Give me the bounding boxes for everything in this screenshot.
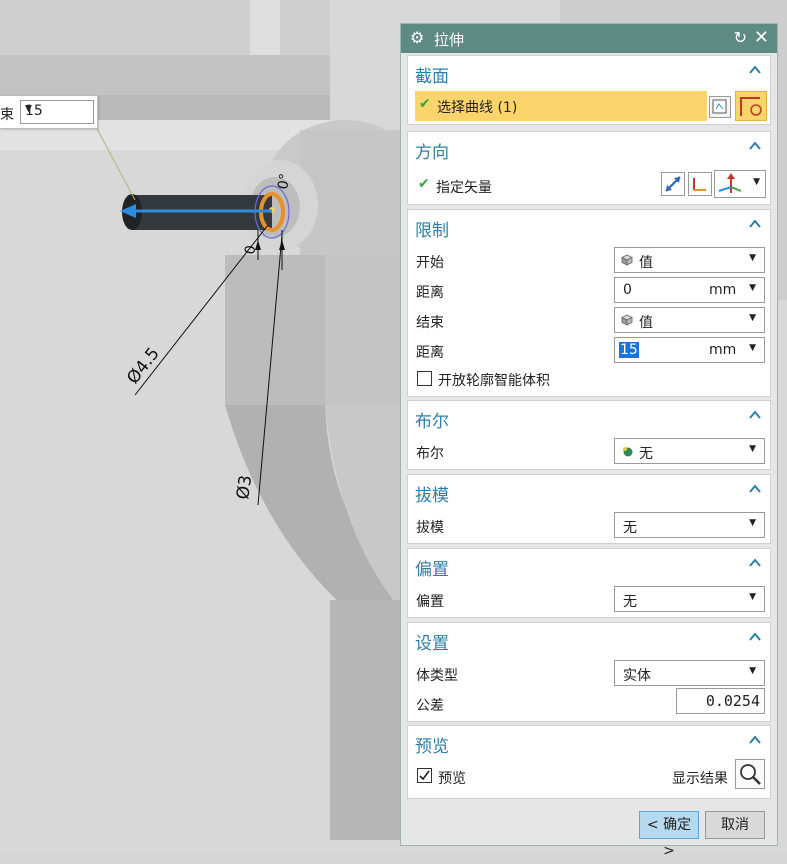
boolean-title[interactable]: 布尔: [415, 407, 449, 432]
draft-select[interactable]: 无 ▼: [614, 512, 765, 538]
boolean-value: 无: [639, 446, 653, 462]
floating-end-label: 结束: [0, 107, 14, 123]
specify-vector-label: 指定矢量: [436, 180, 492, 196]
section-panel-settings: 设置 体类型 实体 ▼ 公差 0.0254: [407, 622, 771, 722]
dimension-inner-diameter: Ø3: [233, 474, 256, 501]
chevron-down-icon: ▼: [749, 444, 756, 454]
vector-dialog-icon[interactable]: [688, 172, 712, 196]
start-distance-value: 0: [623, 282, 632, 298]
preview-label: 预览: [438, 771, 466, 787]
chevron-down-icon: ▼: [749, 283, 756, 293]
floating-end-value-select[interactable]: 15 ▼: [20, 100, 94, 124]
section-panel-boolean: 布尔 布尔 无 ▼: [407, 400, 771, 470]
draft-label: 拔模: [416, 520, 444, 536]
magnifier-icon: [740, 764, 761, 785]
direction-title[interactable]: 方向: [415, 138, 449, 163]
chevron-up-icon[interactable]: [749, 64, 761, 76]
offset-select[interactable]: 无 ▼: [614, 586, 765, 612]
end-type-value: 值: [639, 315, 653, 331]
select-curve-row[interactable]: ✔ 选择曲线 (1): [415, 91, 707, 121]
show-result-button[interactable]: [735, 759, 765, 789]
end-distance-value: 15: [619, 342, 639, 358]
section-panel-offset: 偏置 偏置 无 ▼: [407, 548, 771, 618]
boolean-select[interactable]: 无 ▼: [614, 438, 765, 464]
settings-title[interactable]: 设置: [415, 629, 449, 654]
chevron-up-icon[interactable]: [749, 483, 761, 495]
chevron-up-icon[interactable]: [749, 557, 761, 569]
chevron-up-icon[interactable]: [749, 140, 761, 152]
body-type-label: 体类型: [416, 668, 458, 684]
chevron-down-icon: ▼: [25, 104, 32, 114]
end-distance-field[interactable]: 15 mm ▼: [614, 337, 765, 363]
distance-label: 距离: [416, 285, 444, 301]
start-type-select[interactable]: 值 ▼: [614, 247, 765, 273]
end-distance-unit: mm: [709, 342, 737, 358]
start-distance-unit: mm: [709, 282, 737, 298]
boolean-none-icon: [623, 447, 633, 457]
start-label: 开始: [416, 255, 444, 271]
section-panel-section: 截面 ✔ 选择曲线 (1): [407, 55, 771, 125]
offset-title[interactable]: 偏置: [415, 555, 449, 580]
checkmark-icon: [419, 770, 430, 781]
section-panel-draft: 拔模 拔模 无 ▼: [407, 474, 771, 544]
body-type-value: 实体: [623, 668, 651, 684]
reverse-direction-icon[interactable]: [661, 172, 685, 196]
tolerance-value: 0.0254: [705, 692, 760, 710]
cube-icon: [621, 254, 633, 266]
check-icon: ✔: [418, 176, 430, 192]
chevron-down-icon: ▼: [749, 592, 756, 602]
floating-end-input-box: 结束 15 ▼: [0, 95, 98, 129]
chevron-up-icon[interactable]: [749, 734, 761, 746]
cancel-button[interactable]: 取消: [705, 811, 765, 839]
offset-label: 偏置: [416, 594, 444, 610]
offset-value: 无: [623, 594, 637, 610]
chevron-up-icon[interactable]: [749, 631, 761, 643]
draft-value: 无: [623, 520, 637, 536]
chevron-down-icon: ▼: [753, 177, 760, 187]
open-profile-checkbox[interactable]: [417, 371, 432, 386]
show-result-label: 显示结果: [672, 771, 728, 787]
dialog-titlebar: ⚙ 拉伸 ↻ ✕: [401, 24, 777, 53]
limits-title[interactable]: 限制: [415, 216, 449, 241]
chevron-down-icon: ▼: [749, 253, 756, 263]
tolerance-label: 公差: [416, 698, 444, 714]
section-title[interactable]: 截面: [415, 62, 449, 87]
section-panel-limits: 限制 开始 值 ▼ 距离 0 mm ▼ 结束 值 ▼ 距离 15 mm ▼ 开放…: [407, 209, 771, 397]
tolerance-field[interactable]: 0.0254: [676, 688, 765, 714]
vector-type-select[interactable]: ▼: [714, 170, 766, 198]
chevron-down-icon: ▼: [749, 313, 756, 323]
distance-label: 距离: [416, 345, 444, 361]
body-type-select[interactable]: 实体 ▼: [614, 660, 765, 686]
dialog-title: 拉伸: [434, 31, 465, 49]
gear-icon[interactable]: ⚙: [410, 28, 424, 47]
end-label: 结束: [416, 315, 444, 331]
select-curve-label: 选择曲线 (1): [437, 100, 518, 116]
start-distance-field[interactable]: 0 mm ▼: [614, 277, 765, 303]
section-panel-preview: 预览 预览 显示结果: [407, 725, 771, 799]
check-icon: ✔: [419, 96, 431, 112]
open-profile-label: 开放轮廓智能体积: [438, 373, 550, 389]
start-type-value: 值: [639, 255, 653, 271]
close-icon[interactable]: ✕: [754, 27, 769, 48]
end-type-select[interactable]: 值 ▼: [614, 307, 765, 333]
chevron-up-icon[interactable]: [749, 409, 761, 421]
dimension-angle: 0°: [275, 172, 294, 190]
boolean-label: 布尔: [416, 446, 444, 462]
draft-title[interactable]: 拔模: [415, 481, 449, 506]
extrude-dialog: ⚙ 拉伸 ↻ ✕ 截面 ✔ 选择曲线 (1) 方向 ✔ 指定矢量 ▼ 限制 开始…: [400, 23, 778, 859]
preview-title[interactable]: 预览: [415, 732, 449, 757]
reset-icon[interactable]: ↻: [734, 28, 747, 47]
sketch-section-icon[interactable]: [709, 96, 731, 118]
curve-icon[interactable]: [735, 91, 767, 121]
preview-checkbox[interactable]: [417, 768, 432, 783]
chevron-down-icon: ▼: [749, 518, 756, 528]
chevron-down-icon: ▼: [749, 666, 756, 676]
section-panel-direction: 方向 ✔ 指定矢量 ▼: [407, 131, 771, 205]
chevron-up-icon[interactable]: [749, 218, 761, 230]
cube-icon: [621, 314, 633, 326]
chevron-down-icon: ▼: [749, 343, 756, 353]
ok-button[interactable]: < 确定 >: [639, 811, 699, 859]
